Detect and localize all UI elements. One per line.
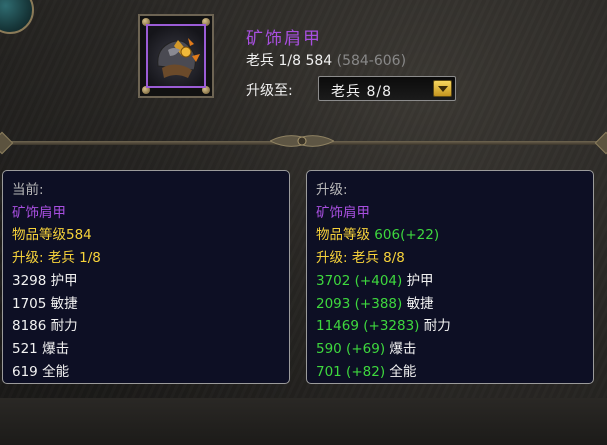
upgrade-level-line: 升级: 老兵 8/8 (316, 250, 405, 267)
item-level-line: 物品等级 606(+22) (316, 227, 440, 244)
stat-line: 3702 (+404) 护甲 (316, 272, 434, 289)
item-level-value: 584 (305, 53, 333, 69)
shoulder-armor-icon (146, 24, 206, 88)
stat-line: 1705 敏捷 (12, 295, 78, 312)
upgrade-to-label: 升级至: (246, 83, 293, 99)
divider-center-ornament (270, 135, 334, 147)
current-item-panel: 当前: 矿饰肩甲 物品等级584 升级: 老兵 1/8 3298 护甲 1705… (2, 170, 290, 384)
stat-line: 3298 护甲 (12, 272, 78, 289)
item-name: 矿饰肩甲 (12, 204, 66, 221)
upgrade-track-level: 老兵 1/8 (246, 53, 301, 69)
stat-line: 11469 (+3283) 耐力 (316, 318, 451, 335)
upgrade-level-line: 升级: 老兵 1/8 (12, 250, 101, 267)
chevron-down-icon[interactable] (433, 80, 452, 97)
bottom-frame (0, 398, 607, 445)
item-level-line: 物品等级584 (12, 227, 92, 244)
item-level-row: 老兵 1/8 584 (584-606) (246, 50, 406, 70)
item-name: 矿饰肩甲 (316, 204, 370, 221)
stat-line: 8186 耐力 (12, 318, 78, 335)
stat-line: 521 爆击 (12, 340, 70, 357)
item-level-range: (584-606) (336, 53, 407, 69)
panel-header: 当前: (12, 182, 44, 198)
upgrade-level-dropdown[interactable]: 老兵 8/8 (318, 76, 456, 101)
upgraded-item-panel: 升级: 矿饰肩甲 物品等级 606(+22) 升级: 老兵 8/8 3702 (… (306, 170, 594, 384)
stat-line: 701 (+82) 全能 (316, 363, 417, 380)
stat-line: 619 全能 (12, 363, 70, 380)
item-icon-frame[interactable] (138, 14, 214, 98)
item-name: 矿饰肩甲 (246, 29, 322, 49)
stat-line: 590 (+69) 爆击 (316, 340, 417, 357)
dropdown-selected-value: 老兵 8/8 (331, 84, 392, 100)
stat-line: 2093 (+388) 敏捷 (316, 295, 434, 312)
panel-header: 升级: (316, 182, 348, 198)
